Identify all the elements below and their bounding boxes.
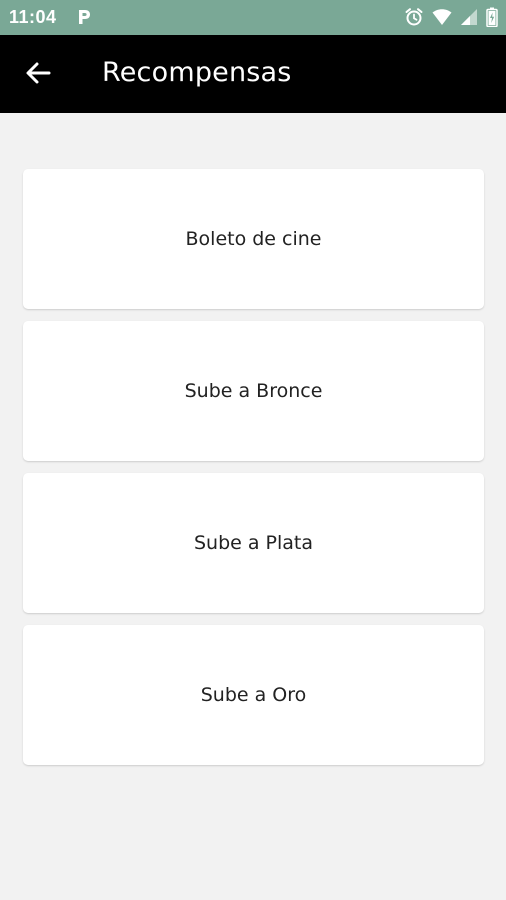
- reward-card-sube-a-plata[interactable]: Sube a Plata: [23, 473, 484, 613]
- alarm-icon: [404, 7, 424, 27]
- arrow-left-icon: [25, 61, 51, 90]
- status-bar: 11:04: [0, 0, 506, 35]
- reward-label: Sube a Plata: [193, 532, 314, 554]
- reward-label: Boleto de cine: [185, 228, 322, 250]
- reward-label: Sube a Bronce: [184, 380, 323, 402]
- battery-icon: [486, 7, 498, 27]
- back-button[interactable]: [20, 57, 56, 93]
- reward-card-sube-a-bronce[interactable]: Sube a Bronce: [23, 321, 484, 461]
- wifi-icon: [432, 8, 452, 26]
- status-time: 11:04: [9, 7, 57, 27]
- status-icons: [404, 7, 498, 27]
- reward-card-sube-a-oro[interactable]: Sube a Oro: [23, 625, 484, 765]
- reward-card-boleto-de-cine[interactable]: Boleto de cine: [23, 169, 484, 309]
- reward-label: Sube a Oro: [200, 684, 307, 706]
- app-bar: Recompensas: [0, 35, 506, 113]
- signal-icon: [460, 8, 478, 26]
- parking-p-icon: [76, 8, 92, 26]
- page-title: Recompensas: [102, 57, 292, 88]
- rewards-list: Boleto de cine Sube a Bronce Sube a Plat…: [23, 169, 484, 777]
